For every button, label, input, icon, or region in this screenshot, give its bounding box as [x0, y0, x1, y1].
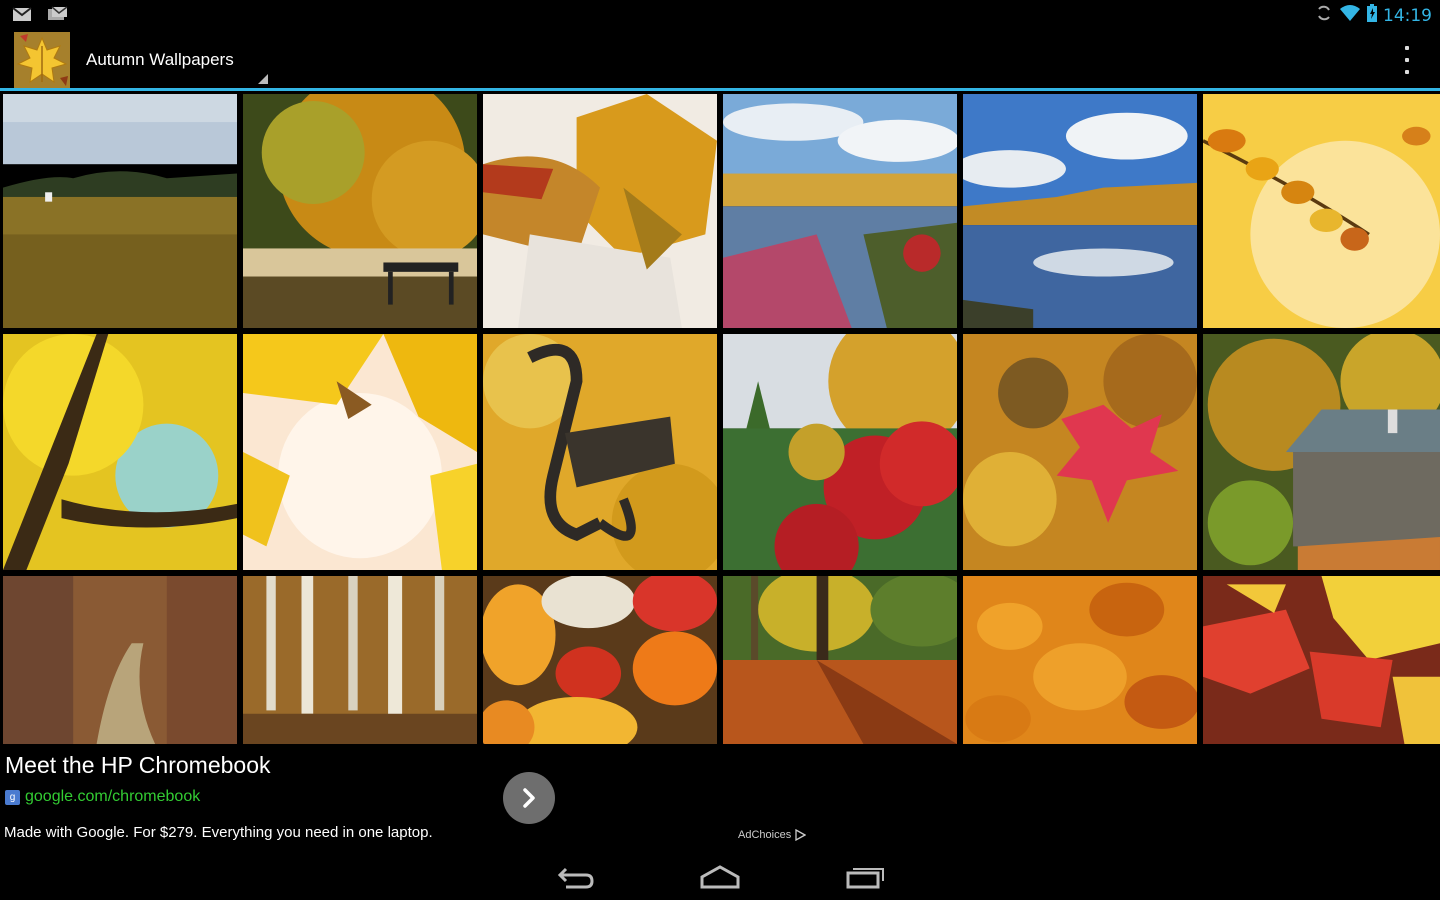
back-icon[interactable]	[550, 858, 602, 894]
sync-icon	[1315, 4, 1333, 27]
ad-url-row[interactable]: g google.com/chromebook	[5, 788, 200, 806]
ad-open-button[interactable]	[503, 772, 555, 824]
ad-banner[interactable]: Meet the HP Chromebook g google.com/chro…	[0, 744, 1440, 850]
wifi-icon	[1339, 4, 1361, 27]
action-bar: Autumn Wallpapers	[0, 30, 1440, 91]
notification-icons	[12, 6, 68, 27]
adchoices-link[interactable]: AdChoices	[738, 829, 807, 841]
home-icon[interactable]	[694, 858, 746, 894]
wallpaper-yellow-tree[interactable]	[3, 334, 237, 570]
title-spinner[interactable]: Autumn Wallpapers	[86, 30, 270, 88]
ad-headline[interactable]: Meet the HP Chromebook	[5, 752, 271, 779]
adchoices-icon	[795, 829, 807, 841]
gmail-icon	[12, 6, 32, 27]
wallpaper-pumpkins[interactable]	[483, 576, 717, 744]
wallpaper-old-shed[interactable]	[1203, 334, 1440, 570]
app-title: Autumn Wallpapers	[86, 50, 234, 69]
overflow-menu-icon[interactable]	[1400, 46, 1414, 74]
battery-icon	[1367, 4, 1377, 27]
navigation-bar	[0, 850, 1440, 900]
google-badge-icon: g	[5, 789, 20, 805]
chevron-right-icon	[523, 788, 535, 808]
wallpaper-lake-birches[interactable]	[723, 94, 957, 328]
wallpaper-lake-sky[interactable]	[963, 94, 1197, 328]
mail-icon	[46, 6, 68, 27]
wallpaper-forest-path[interactable]	[3, 576, 237, 744]
recent-apps-icon[interactable]	[840, 858, 892, 894]
wallpaper-bright-leaves[interactable]	[243, 334, 477, 570]
wallpaper-red-leaf[interactable]	[963, 334, 1197, 570]
system-icons: 14:19	[1315, 4, 1432, 27]
wallpaper-park-trees[interactable]	[723, 576, 957, 744]
wallpaper-grid	[0, 92, 1440, 744]
wallpaper-red-shrubs[interactable]	[723, 334, 957, 570]
wallpaper-field[interactable]	[3, 94, 237, 328]
wallpaper-iron-bench[interactable]	[483, 334, 717, 570]
wallpaper-yellow-branch[interactable]	[1203, 94, 1440, 328]
spinner-indicator-icon	[258, 74, 268, 84]
ad-description: Made with Google. For $279. Everything y…	[4, 824, 433, 841]
wallpaper-leaf-carpet[interactable]	[963, 576, 1197, 744]
ad-url[interactable]: google.com/chromebook	[25, 788, 200, 806]
wallpaper-park-bench[interactable]	[243, 94, 477, 328]
wallpaper-maple-leaves[interactable]	[1203, 576, 1440, 744]
adchoices-label: AdChoices	[738, 829, 792, 841]
autumn-leaf-app-icon[interactable]	[14, 32, 70, 88]
wallpaper-birch-forest[interactable]	[243, 576, 477, 744]
wallpaper-leaf-basket[interactable]	[483, 94, 717, 328]
status-bar: 14:19	[0, 0, 1440, 30]
clock: 14:19	[1383, 5, 1432, 26]
